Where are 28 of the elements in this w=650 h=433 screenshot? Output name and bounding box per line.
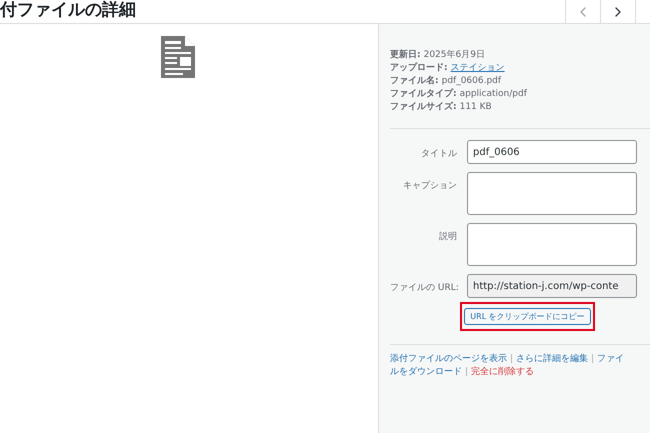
uploader-link[interactable]: ステイション <box>450 62 505 74</box>
detail-label: 更新日: <box>390 49 421 61</box>
detail-label: アップロード: <box>390 62 448 74</box>
delete-link[interactable]: 完全に削除する <box>471 366 534 379</box>
text-field[interactable]: http://station-j.com/wp-conte <box>467 274 637 298</box>
text-area[interactable] <box>467 172 637 215</box>
separator: | <box>591 353 594 366</box>
action-link[interactable]: 添付ファイルのページを表示 <box>390 353 507 366</box>
action-link[interactable]: さらに詳細を編集 <box>516 353 588 366</box>
action-link[interactable]: ファイ <box>597 353 624 366</box>
copy-url-button[interactable]: URL をクリップボードにコピー <box>464 308 591 325</box>
field-label: 説明 <box>438 230 457 244</box>
separator: | <box>510 353 514 366</box>
document-icon <box>160 35 196 79</box>
detail-value: 111 KB <box>460 101 492 113</box>
detail-value: application/pdf <box>460 88 527 100</box>
text-area[interactable] <box>467 223 637 266</box>
detail-label: ファイル名: <box>390 75 439 87</box>
field-label: ファイルの URL: <box>390 282 457 295</box>
detail-label: ファイルタイプ: <box>390 88 457 100</box>
text-field[interactable]: pdf_0606 <box>467 140 637 164</box>
field-label: キャプション <box>402 179 457 193</box>
detail-label: ファイルサイズ: <box>390 101 457 113</box>
field-label: タイトル <box>420 148 457 161</box>
detail-value: pdf_0606.pdf <box>442 75 502 87</box>
separator: | <box>465 366 468 379</box>
detail-value: 2025年6月9日 <box>424 49 485 61</box>
action-link[interactable]: ルをダウンロード <box>390 366 462 379</box>
